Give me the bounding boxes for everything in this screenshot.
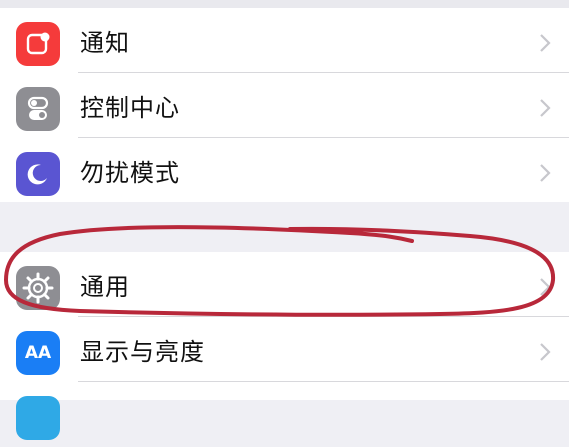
settings-row-control-center[interactable]: 控制中心 [0, 73, 569, 138]
chevron-right-icon [540, 99, 551, 117]
settings-row-do-not-disturb[interactable]: 勿扰模式 [0, 138, 569, 203]
do-not-disturb-icon [16, 152, 60, 196]
top-edge [0, 0, 569, 8]
settings-row-notifications[interactable]: 通知 [0, 8, 569, 73]
settings-row-general[interactable]: 通用 [0, 252, 569, 317]
gear-icon [16, 266, 60, 310]
settings-row-display-brightness[interactable]: AA 显示与亮度 [0, 317, 569, 382]
partial-row-icon [16, 396, 60, 440]
chevron-right-icon [540, 164, 551, 182]
settings-group-2: 通用 AA 显示与亮度 [0, 252, 569, 440]
chevron-right-icon [540, 278, 551, 296]
control-center-label: 控制中心 [80, 94, 180, 122]
settings-group-1: 通知 控制中心 勿扰模式 [0, 8, 569, 202]
do-not-disturb-label: 勿扰模式 [80, 159, 180, 187]
notifications-icon [16, 22, 60, 66]
display-brightness-glyph: AA [24, 343, 52, 363]
chevron-right-icon [540, 343, 551, 361]
display-brightness-label: 显示与亮度 [80, 338, 205, 366]
settings-row-partial[interactable] [0, 382, 569, 447]
display-brightness-icon: AA [16, 331, 60, 375]
chevron-right-icon [540, 34, 551, 52]
notifications-label: 通知 [80, 29, 130, 57]
control-center-icon [16, 87, 60, 131]
general-label: 通用 [80, 273, 130, 301]
